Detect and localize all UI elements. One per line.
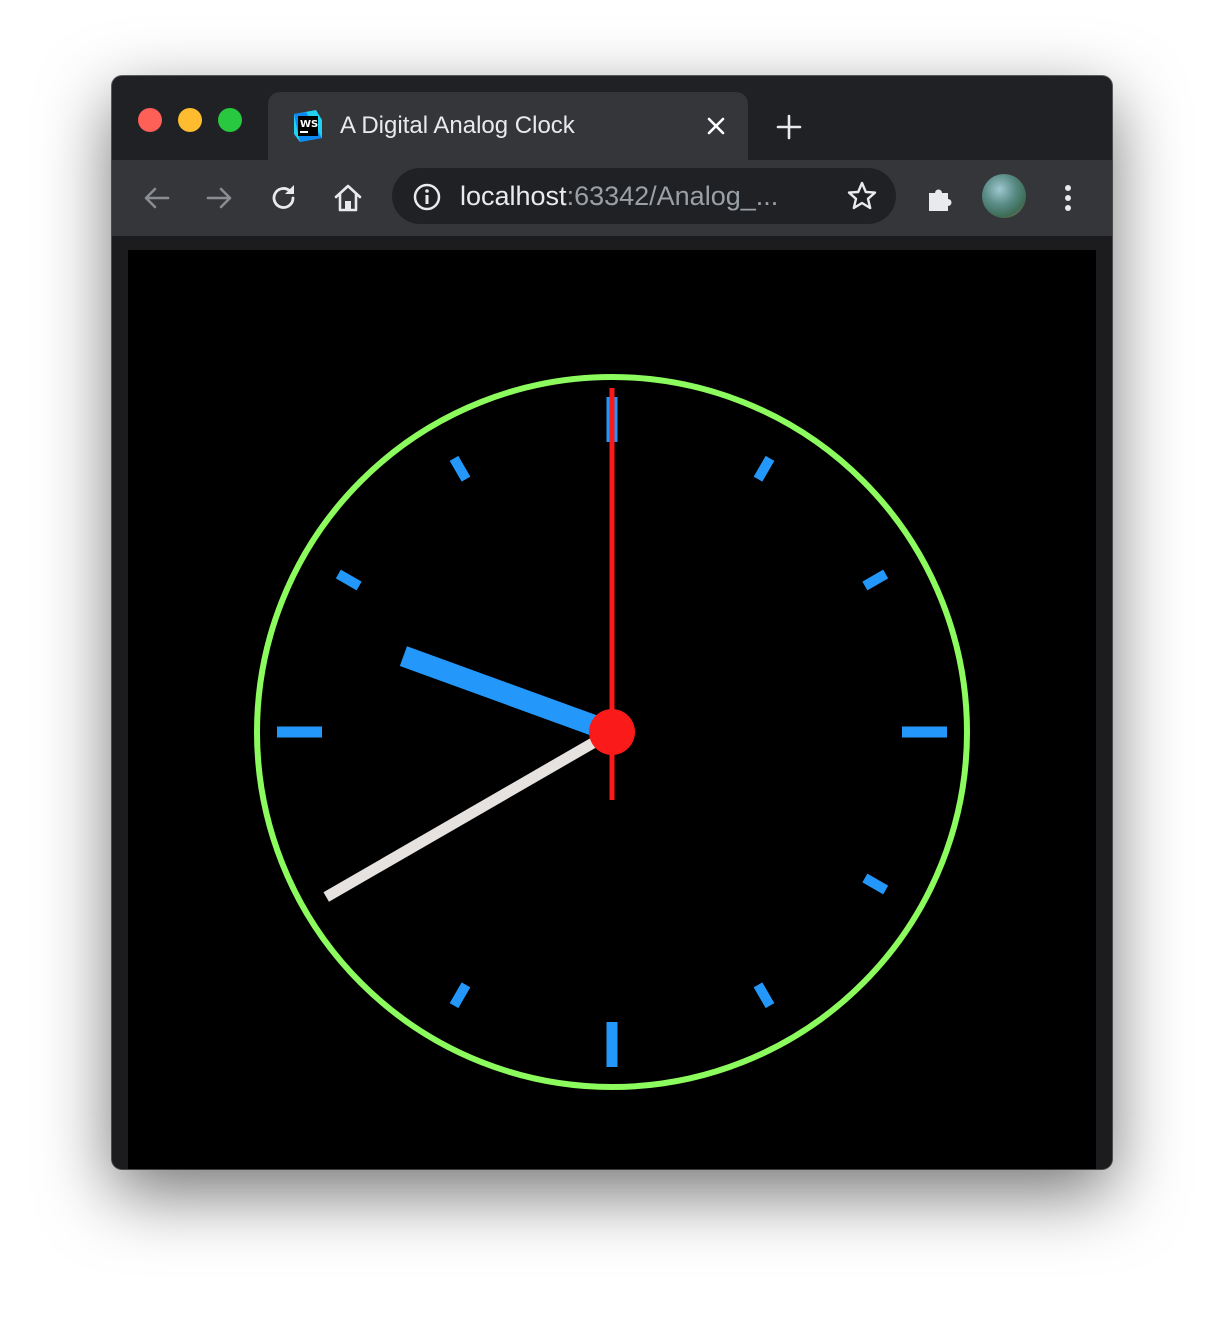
hour-tick-10 (335, 569, 362, 591)
new-tab-plus-icon[interactable] (772, 110, 806, 144)
extensions-puzzle-icon[interactable] (920, 178, 960, 218)
page-viewport (112, 237, 1112, 1169)
minute-hand (323, 727, 615, 902)
reload-icon[interactable] (264, 178, 304, 218)
hour-tick-11 (449, 455, 471, 482)
browser-window: WS A Digital Analog Clock localhost:6334… (112, 76, 1112, 1169)
back-arrow-icon[interactable] (136, 178, 176, 218)
analog-clock (254, 374, 970, 1090)
browser-tab[interactable]: WS A Digital Analog Clock (268, 92, 748, 160)
hour-hand (399, 646, 616, 742)
tab-close-icon[interactable] (702, 112, 730, 140)
hour-tick-5 (753, 982, 775, 1009)
url-path: :63342/Analog_... (566, 181, 779, 211)
hour-tick-4 (862, 873, 889, 895)
webstorm-icon: WS (294, 110, 322, 142)
hour-tick-1 (753, 455, 775, 482)
svg-text:WS: WS (300, 119, 318, 130)
close-window-button[interactable] (138, 108, 162, 132)
info-icon[interactable] (412, 182, 442, 212)
hour-tick-7 (449, 982, 471, 1009)
minimize-window-button[interactable] (178, 108, 202, 132)
maximize-window-button[interactable] (218, 108, 242, 132)
page-canvas (128, 250, 1096, 1169)
url-text[interactable]: localhost:63342/Analog_... (460, 181, 778, 212)
address-bar[interactable]: localhost:63342/Analog_... (392, 168, 896, 224)
bookmark-star-icon[interactable] (846, 180, 878, 212)
menu-kebab-icon[interactable] (1048, 178, 1088, 218)
center-cap (589, 709, 635, 755)
profile-avatar[interactable] (982, 174, 1026, 218)
forward-arrow-icon[interactable] (200, 178, 240, 218)
url-host: localhost (460, 181, 567, 211)
hour-tick-2 (862, 569, 889, 591)
home-icon[interactable] (328, 178, 368, 218)
tab-title: A Digital Analog Clock (340, 112, 575, 139)
title-bar: WS A Digital Analog Clock (112, 76, 1112, 160)
toolbar: localhost:63342/Analog_... (112, 160, 1112, 237)
